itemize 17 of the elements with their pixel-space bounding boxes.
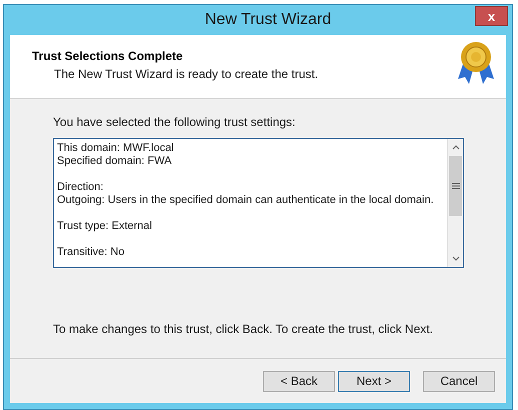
- scrollbar[interactable]: [447, 139, 463, 267]
- scroll-grip-icon[interactable]: [452, 183, 460, 189]
- setting-line: Direction:: [57, 181, 104, 194]
- setting-line: Outgoing: Users in the specified domain can authenticate in the local domain.: [57, 194, 435, 207]
- wizard-button[interactable]: Cancel: [423, 370, 495, 392]
- wizard-button[interactable]: < Back: [263, 370, 335, 392]
- wizard-button[interactable]: Next >: [338, 370, 410, 392]
- page-title: Trust Selections Complete: [32, 48, 184, 65]
- setting-line: This domain: MWF.local: [57, 142, 175, 155]
- intro-text: You have selected the following trust settings:: [53, 114, 296, 131]
- instruction-text: To make changes to this trust, click Back. To create the trust, click Next.: [53, 321, 434, 338]
- setting-line: Trust type: External: [57, 220, 153, 233]
- setting-line: Specified domain: FWA: [57, 155, 173, 168]
- close-button[interactable]: x: [475, 6, 508, 26]
- window-title: New Trust Wizard: [204, 10, 332, 30]
- setting-line: Transitive: No: [57, 246, 126, 259]
- page-subtitle: The New Trust Wizard is ready to create the trust.: [53, 66, 318, 83]
